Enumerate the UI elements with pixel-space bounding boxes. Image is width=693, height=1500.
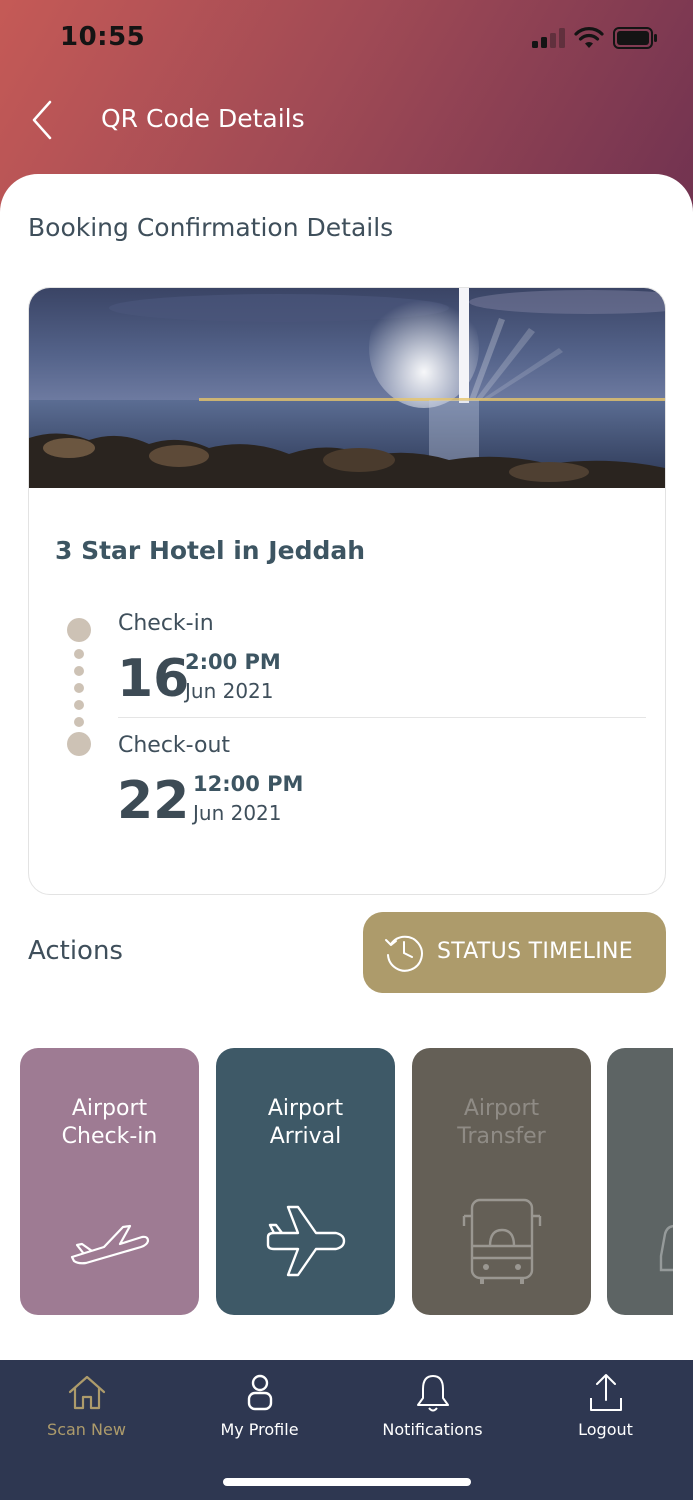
check-in-time: 2:00 PM bbox=[185, 650, 281, 674]
divider bbox=[118, 717, 646, 718]
nav-scan-new[interactable]: Scan New bbox=[0, 1360, 173, 1460]
check-in-label: Check-in bbox=[118, 611, 214, 636]
nav-label: Scan New bbox=[47, 1420, 126, 1439]
airport-check-in-tile[interactable]: Airport Check-in bbox=[20, 1048, 199, 1315]
timeline-dot bbox=[74, 666, 84, 676]
upload-icon bbox=[590, 1374, 622, 1411]
check-in-month: Jun 2021 bbox=[185, 679, 274, 703]
home-icon bbox=[68, 1375, 106, 1410]
bus-icon bbox=[462, 1198, 542, 1284]
nav-label: Notifications bbox=[382, 1420, 483, 1439]
back-chevron-icon[interactable] bbox=[26, 98, 66, 142]
nav-label: Logout bbox=[578, 1420, 633, 1439]
check-out-label: Check-out bbox=[118, 733, 231, 758]
check-out-month: Jun 2021 bbox=[193, 801, 282, 825]
nav-notifications[interactable]: Notifications bbox=[346, 1360, 519, 1460]
history-clock-icon bbox=[385, 935, 423, 972]
booking-card: 3 Star Hotel in Jeddah Check-in 16 2:00 … bbox=[28, 287, 666, 895]
timeline-dot bbox=[74, 683, 84, 693]
wifi-icon bbox=[574, 27, 604, 48]
timeline-dot bbox=[74, 700, 84, 710]
check-out-day: 22 bbox=[117, 771, 190, 831]
car-icon bbox=[659, 1224, 673, 1272]
tile-label: Airport Transfer bbox=[457, 1096, 546, 1149]
check-in-day: 16 bbox=[117, 649, 190, 709]
actions-label: Actions bbox=[28, 936, 123, 966]
tile-label: HCh bbox=[607, 1095, 673, 1151]
profile-icon bbox=[247, 1374, 273, 1411]
battery-icon bbox=[613, 27, 657, 49]
status-timeline-label: STATUS TIMELINE bbox=[437, 939, 633, 964]
actions-carousel[interactable]: Airport Check-in Airport Arrival Airport Tr… bbox=[0, 1048, 673, 1316]
plane-takeoff-icon bbox=[70, 1224, 150, 1265]
home-indicator bbox=[223, 1478, 471, 1486]
timeline-dot-start bbox=[67, 618, 91, 642]
hotel-name: 3 Star Hotel in Jeddah bbox=[55, 536, 366, 565]
tile-label: Airport Arrival bbox=[267, 1096, 344, 1149]
timeline-dot bbox=[74, 649, 84, 659]
nav-label: My Profile bbox=[220, 1420, 299, 1439]
status-time: 10:55 bbox=[60, 22, 146, 52]
status-timeline-button[interactable]: STATUS TIMELINE bbox=[363, 912, 666, 993]
airport-transfer-tile[interactable]: Airport Transfer bbox=[412, 1048, 591, 1315]
hotel-photo bbox=[29, 288, 665, 488]
airport-arrival-tile[interactable]: Airport Arrival bbox=[216, 1048, 395, 1315]
bell-icon bbox=[417, 1375, 449, 1412]
tile-label: Airport Check-in bbox=[61, 1096, 158, 1149]
nav-logout[interactable]: Logout bbox=[519, 1360, 692, 1460]
signal-icon bbox=[532, 28, 565, 48]
page-title: QR Code Details bbox=[101, 104, 305, 133]
partial-tile[interactable]: HCh bbox=[607, 1048, 673, 1315]
plane-icon bbox=[266, 1205, 346, 1277]
section-title: Booking Confirmation Details bbox=[28, 213, 394, 242]
nav-my-profile[interactable]: My Profile bbox=[173, 1360, 346, 1460]
status-bar: 10:55 bbox=[0, 0, 693, 78]
timeline-dot bbox=[74, 717, 84, 727]
timeline-dot-end bbox=[67, 732, 91, 756]
check-out-time: 12:00 PM bbox=[193, 772, 304, 796]
